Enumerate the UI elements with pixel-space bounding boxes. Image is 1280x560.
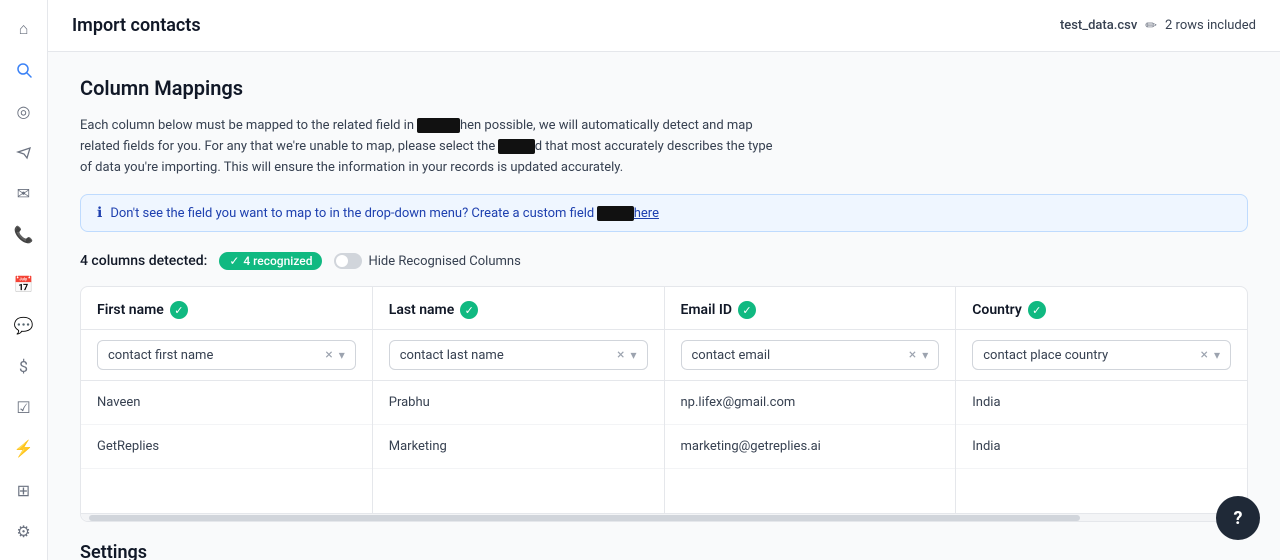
col-empty-last-name [373, 469, 664, 513]
redacted-2 [498, 139, 534, 154]
col-select-email[interactable]: contact email × ▾ [665, 330, 956, 381]
chat-icon[interactable]: 💬 [6, 309, 42, 342]
select-value-email: contact email [692, 348, 903, 363]
select-clear-first-name[interactable]: × [325, 347, 332, 363]
select-arrow-first-name[interactable]: ▾ [339, 348, 345, 362]
scroll-thumb [89, 515, 1080, 521]
select-wrapper-email[interactable]: contact email × ▾ [681, 340, 940, 370]
col-check-country: ✓ [1028, 301, 1046, 319]
toggle-knob [336, 255, 348, 267]
search-icon[interactable] [6, 53, 42, 86]
col-check-email: ✓ [738, 301, 756, 319]
file-name: test_data.csv [1060, 18, 1137, 33]
header: Import contacts test_data.csv ✏ 2 rows i… [48, 0, 1280, 52]
bolt-icon[interactable]: ⚡ [6, 432, 42, 465]
table-row: India [956, 381, 1247, 425]
col-check-first-name: ✓ [170, 301, 188, 319]
col-check-last-name: ✓ [460, 301, 478, 319]
col-title-last-name: Last name [389, 302, 455, 318]
mapping-table: First name ✓ contact first name × ▾ Nave… [81, 287, 1247, 513]
info-here[interactable]: here [634, 206, 659, 221]
campaign-icon[interactable] [6, 136, 42, 169]
col-header-last-name: Last name ✓ [373, 287, 664, 330]
col-title-first-name: First name [97, 302, 164, 318]
col-empty-first-name [81, 469, 372, 513]
toggle-switch[interactable] [334, 253, 362, 269]
info-redacted [597, 206, 633, 221]
select-clear-last-name[interactable]: × [617, 347, 624, 363]
table-row: np.lifex@gmail.com [665, 381, 956, 425]
select-clear-email[interactable]: × [909, 347, 916, 363]
header-right: test_data.csv ✏ 2 rows included [1060, 18, 1256, 34]
select-arrow-email[interactable]: ▾ [922, 348, 928, 362]
section-title: Column Mappings [80, 76, 1248, 100]
main-content: Import contacts test_data.csv ✏ 2 rows i… [48, 0, 1280, 560]
select-value-first-name: contact first name [108, 348, 319, 363]
select-arrow-last-name[interactable]: ▾ [630, 348, 636, 362]
select-value-last-name: contact last name [400, 348, 611, 363]
info-icon: ℹ [97, 205, 102, 221]
col-select-first-name[interactable]: contact first name × ▾ [81, 330, 372, 381]
tasks-icon[interactable]: ☑ [6, 391, 42, 424]
table-row: marketing@getreplies.ai [665, 425, 956, 469]
select-wrapper-last-name[interactable]: contact last name × ▾ [389, 340, 648, 370]
col-select-last-name[interactable]: contact last name × ▾ [373, 330, 664, 381]
mail-icon[interactable]: ✉ [6, 177, 42, 210]
help-button[interactable]: ? [1216, 496, 1260, 540]
recognized-count: 4 recognized [243, 254, 312, 268]
col-header-email: Email ID ✓ [665, 287, 956, 330]
col-title-email: Email ID [681, 302, 732, 318]
select-arrow-country[interactable]: ▾ [1214, 348, 1220, 362]
settings-title: Settings [80, 542, 1248, 560]
col-header-first-name: First name ✓ [81, 287, 372, 330]
page-title: Import contacts [72, 15, 201, 36]
select-wrapper-first-name[interactable]: contact first name × ▾ [97, 340, 356, 370]
col-title-country: Country [972, 302, 1022, 318]
col-header-country: Country ✓ [956, 287, 1247, 330]
columns-label: 4 columns detected: [80, 253, 207, 269]
sidebar: ⌂ ◎ ✉ 📞 📅 💬 $ ☑ ⚡ ⊞ ⚙ [0, 0, 48, 560]
redacted-1 [417, 118, 460, 133]
table-row: GetReplies [81, 425, 372, 469]
columns-header: 4 columns detected: ✓ 4 recognized Hide … [80, 252, 1248, 270]
edit-icon[interactable]: ✏ [1145, 18, 1157, 34]
calendar-icon[interactable]: 📅 [6, 267, 42, 300]
dollar-icon[interactable]: $ [6, 350, 42, 383]
column-country: Country ✓ contact place country × ▾ Indi… [956, 287, 1247, 513]
description: Each column below must be mapped to the … [80, 116, 780, 178]
col-empty-country [956, 469, 1247, 513]
mapping-table-container: First name ✓ contact first name × ▾ Nave… [80, 286, 1248, 522]
hide-toggle[interactable]: Hide Recognised Columns [334, 253, 520, 269]
recognized-badge: ✓ 4 recognized [219, 252, 322, 270]
table-row: Prabhu [373, 381, 664, 425]
column-last-name: Last name ✓ contact last name × ▾ Prabhu… [373, 287, 665, 513]
col-select-country[interactable]: contact place country × ▾ [956, 330, 1247, 381]
home-icon[interactable]: ⌂ [6, 12, 42, 45]
table-row: India [956, 425, 1247, 469]
column-email-id: Email ID ✓ contact email × ▾ np.lifex@gm… [665, 287, 957, 513]
grid-icon[interactable]: ⊞ [6, 474, 42, 507]
activity-icon[interactable]: ◎ [6, 94, 42, 127]
col-empty-email [665, 469, 956, 513]
info-text: Don't see the field you want to map to i… [110, 206, 659, 221]
select-clear-country[interactable]: × [1200, 347, 1207, 363]
select-value-country: contact place country [983, 348, 1194, 363]
table-row: Marketing [373, 425, 664, 469]
check-mark: ✓ [229, 254, 239, 268]
table-row: Naveen [81, 381, 372, 425]
settings-icon[interactable]: ⚙ [6, 515, 42, 548]
hide-label: Hide Recognised Columns [368, 254, 520, 269]
phone-icon[interactable]: 📞 [6, 218, 42, 251]
rows-included: 2 rows included [1165, 18, 1256, 33]
scroll-track[interactable] [81, 513, 1247, 521]
column-first-name: First name ✓ contact first name × ▾ Nave… [81, 287, 373, 513]
content-area: Column Mappings Each column below must b… [48, 52, 1280, 560]
info-banner: ℹ Don't see the field you want to map to… [80, 194, 1248, 232]
select-wrapper-country[interactable]: contact place country × ▾ [972, 340, 1231, 370]
